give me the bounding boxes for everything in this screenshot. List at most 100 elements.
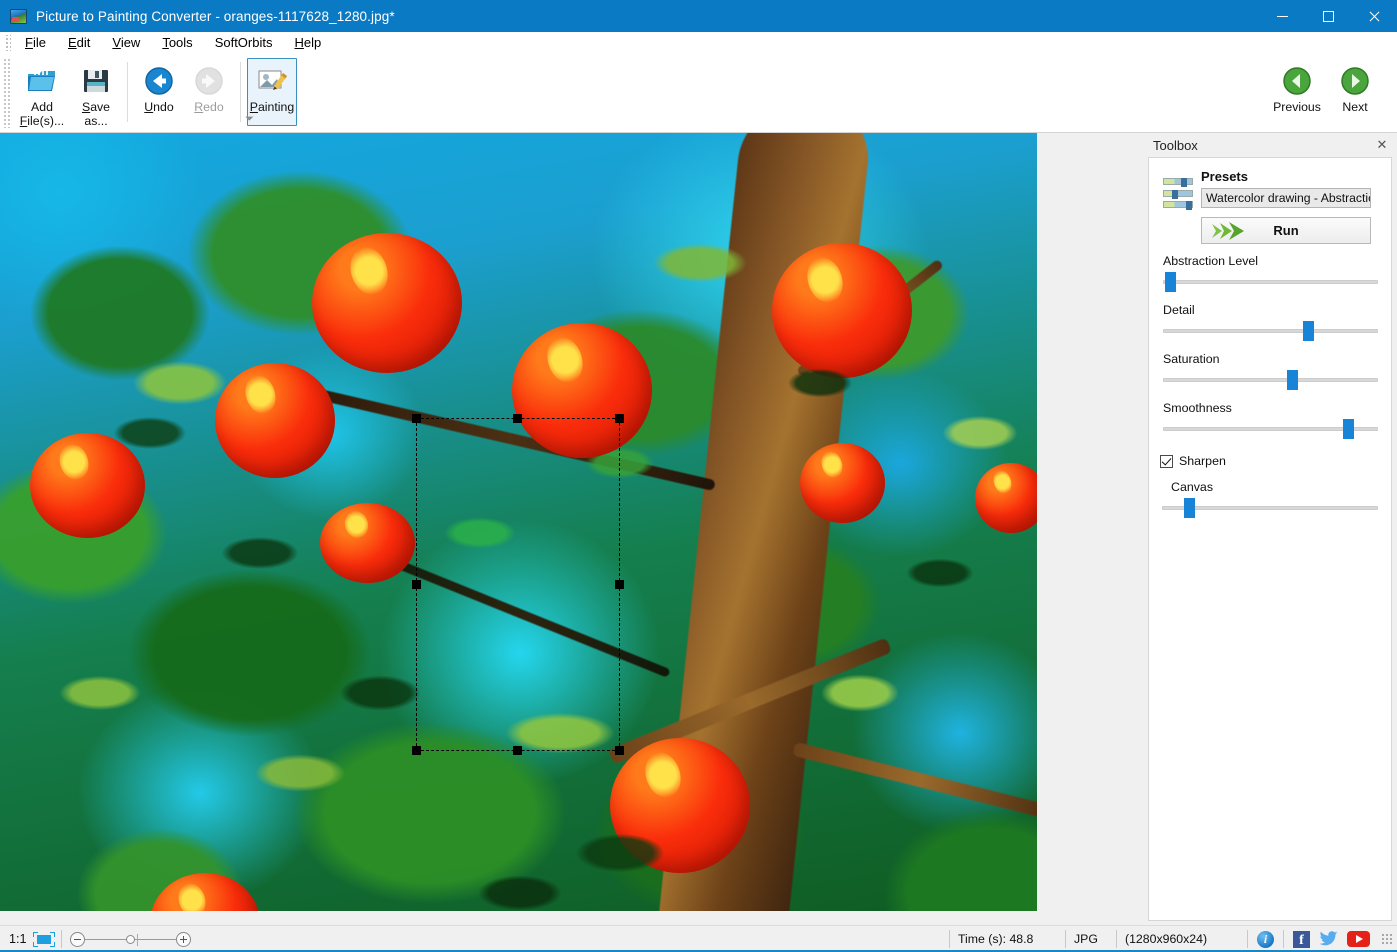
- slider-track-wrap[interactable]: [1163, 271, 1378, 293]
- run-button[interactable]: Run: [1201, 217, 1371, 244]
- title-bar: Picture to Painting Converter - oranges-…: [0, 0, 1397, 32]
- sharpen-checkbox[interactable]: [1160, 455, 1173, 468]
- next-icon: [1340, 64, 1370, 98]
- slider-label: Detail: [1163, 303, 1378, 317]
- maximize-button[interactable]: [1305, 0, 1351, 32]
- selection-handle-top-right[interactable]: [615, 414, 624, 423]
- painting-label: Painting: [250, 100, 294, 114]
- zoom-ratio-label: 1:1: [0, 932, 33, 946]
- slider-track: [1163, 378, 1378, 382]
- selection-handle-bottom-middle[interactable]: [513, 746, 522, 755]
- add-files-icon: [26, 64, 58, 98]
- sharpen-checkbox-row[interactable]: Sharpen: [1149, 454, 1391, 468]
- slider-label: Saturation: [1163, 352, 1378, 366]
- app-icon: [10, 9, 27, 24]
- selection-handle-top-middle[interactable]: [513, 414, 522, 423]
- run-arrow-icon: [1210, 221, 1250, 241]
- slider-thumb-smoothness[interactable]: [1343, 419, 1354, 439]
- zoom-slider-track-right: [134, 939, 176, 940]
- presets-icon-bar: [1163, 190, 1193, 197]
- selection-rectangle[interactable]: [416, 418, 620, 751]
- processing-time: Time (s): 48.8: [950, 926, 1065, 952]
- toolbox-panel: Toolbox ✕ Presets Watercolor drawing - A…: [1145, 133, 1397, 925]
- toolbox-close-icon[interactable]: ✕: [1374, 137, 1390, 153]
- slider-saturation: Saturation: [1149, 352, 1391, 391]
- toolbar-file-group: Add File(s)... Saveas...: [13, 54, 121, 132]
- selection-handle-bottom-left[interactable]: [412, 746, 421, 755]
- toolbox-title: Toolbox: [1153, 138, 1198, 153]
- minimize-button[interactable]: [1259, 0, 1305, 32]
- slider-label: Smoothness: [1163, 401, 1378, 415]
- youtube-icon[interactable]: [1347, 931, 1370, 947]
- slider-track: [1163, 280, 1378, 284]
- slider-thumb-saturation[interactable]: [1287, 370, 1298, 390]
- undo-label: Undo: [144, 100, 173, 114]
- next-button[interactable]: Next: [1326, 58, 1384, 126]
- toolbar-grip: [3, 58, 11, 128]
- slider-label: Abstraction Level: [1163, 254, 1378, 268]
- window-title: Picture to Painting Converter - oranges-…: [36, 9, 395, 24]
- zoom-in-button[interactable]: [176, 932, 191, 947]
- redo-label: Redo: [194, 100, 223, 114]
- zoom-out-button[interactable]: [70, 932, 85, 947]
- main-toolbar: Add File(s)... Saveas...: [0, 54, 1397, 133]
- social-links: i f: [1248, 930, 1379, 948]
- slider-track-wrap[interactable]: [1163, 369, 1378, 391]
- run-label: Run: [1273, 223, 1298, 238]
- presets-controls: Presets Watercolor drawing - Abstractio …: [1201, 169, 1381, 244]
- selection-handle-bottom-right[interactable]: [615, 746, 624, 755]
- menu-file[interactable]: File: [14, 33, 57, 53]
- slider-track-wrap[interactable]: [1163, 320, 1378, 342]
- toolbar-navigation-group: Previous Next: [1255, 54, 1397, 132]
- slider-detail: Detail: [1149, 303, 1391, 342]
- zoom-slider-thumb[interactable]: [126, 935, 135, 944]
- toolbox-header: Toolbox ✕: [1145, 133, 1397, 157]
- presets-dropdown[interactable]: Watercolor drawing - Abstractio ⌄: [1201, 188, 1371, 208]
- presets-section: Presets Watercolor drawing - Abstractio …: [1149, 166, 1391, 244]
- slider-track-wrap[interactable]: [1163, 418, 1378, 440]
- next-label: Next: [1342, 100, 1367, 114]
- toolbar-overflow-icon[interactable]: ⏷: [243, 113, 256, 126]
- facebook-icon[interactable]: f: [1293, 931, 1310, 948]
- presets-icon-bar: [1163, 201, 1193, 208]
- zoom-slider-track-left: [85, 939, 127, 940]
- undo-button[interactable]: Undo: [134, 58, 184, 126]
- save-as-button[interactable]: Saveas...: [71, 58, 121, 130]
- presets-icon-bar: [1163, 178, 1193, 185]
- menu-bar: File Edit View Tools SoftOrbits Help: [0, 32, 1397, 54]
- fit-to-window-button[interactable]: [33, 926, 61, 952]
- resize-grip[interactable]: [1381, 933, 1394, 946]
- window-controls: [1259, 0, 1397, 32]
- menu-edit[interactable]: Edit: [57, 33, 101, 53]
- previous-button[interactable]: Previous: [1268, 58, 1326, 126]
- selection-handle-middle-right[interactable]: [615, 580, 624, 589]
- slider-track-wrap[interactable]: [1162, 497, 1378, 519]
- painting-image[interactable]: [0, 133, 1037, 911]
- menu-help[interactable]: Help: [283, 33, 332, 53]
- close-button[interactable]: [1351, 0, 1397, 32]
- add-files-button[interactable]: Add File(s)...: [13, 58, 71, 130]
- image-canvas-area[interactable]: [0, 133, 1145, 925]
- slider-label: Canvas: [1171, 480, 1378, 494]
- redo-icon: [194, 64, 224, 98]
- undo-icon: [144, 64, 174, 98]
- slider-thumb-abstraction-level[interactable]: [1165, 272, 1176, 292]
- info-icon[interactable]: i: [1257, 931, 1274, 948]
- twitter-icon[interactable]: [1319, 931, 1338, 947]
- fit-to-window-icon: [33, 932, 55, 947]
- redo-button[interactable]: Redo: [184, 58, 234, 126]
- application-window: Picture to Painting Converter - oranges-…: [0, 0, 1397, 952]
- presets-selected-value: Watercolor drawing - Abstractio: [1206, 191, 1371, 205]
- presets-icon: [1163, 178, 1193, 208]
- selection-handle-top-left[interactable]: [412, 414, 421, 423]
- selection-handle-middle-left[interactable]: [412, 580, 421, 589]
- body-area: Toolbox ✕ Presets Watercolor drawing - A…: [0, 133, 1397, 925]
- zoom-slider[interactable]: [62, 932, 191, 947]
- toolbar-separator-1: [127, 62, 128, 122]
- slider-thumb-canvas[interactable]: [1184, 498, 1195, 518]
- menu-tools[interactable]: Tools: [151, 33, 203, 53]
- slider-thumb-detail[interactable]: [1303, 321, 1314, 341]
- menu-softorbits[interactable]: SoftOrbits: [204, 33, 284, 53]
- add-files-label: Add File(s)...: [20, 100, 64, 129]
- menu-view[interactable]: View: [101, 33, 151, 53]
